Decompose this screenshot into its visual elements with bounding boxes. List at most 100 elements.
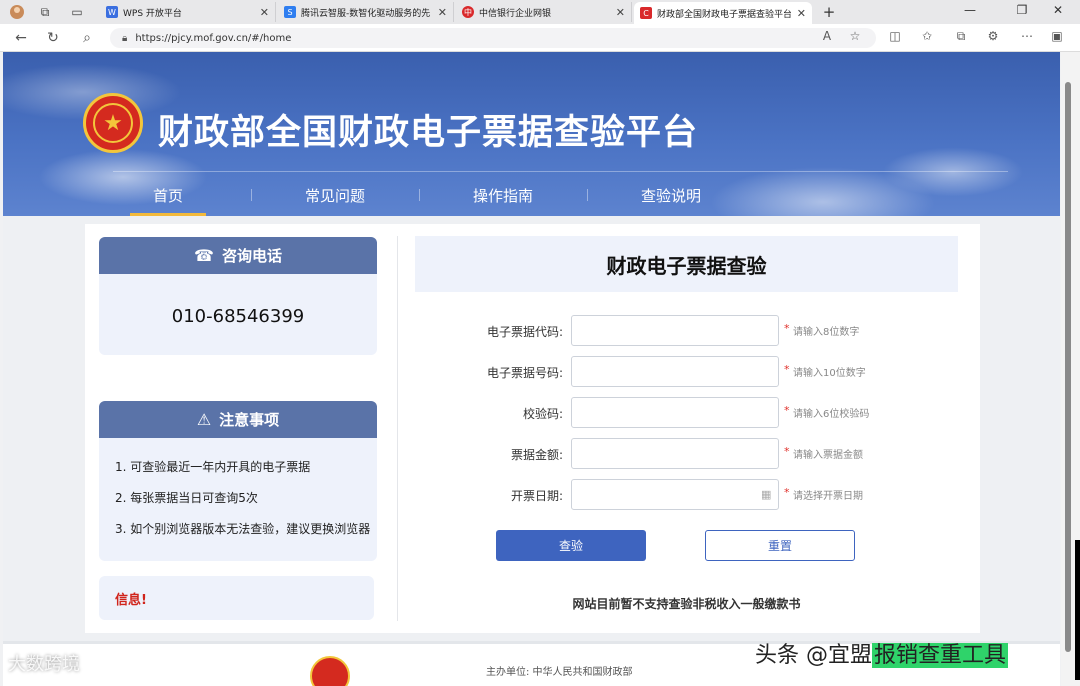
- tab-title: 中信银行企业网银: [479, 8, 552, 19]
- notice-card-header: ⚠ 注意事项: [99, 401, 377, 438]
- field-label: 校验码:: [522, 407, 563, 421]
- field-amount: 票据金额: * 请输入票据金额: [415, 438, 960, 470]
- left-sidebar: ☎ 咨询电话 010-68546399 ⚠ 注意事项 1. 可查验最近一年内开具…: [85, 224, 397, 633]
- site-title: 财政部全国财政电子票据查验平台: [158, 113, 699, 153]
- mof-favicon-icon: C: [640, 7, 652, 19]
- invoice-code-input[interactable]: [571, 315, 779, 346]
- nav-instructions[interactable]: 查验说明: [621, 185, 721, 206]
- page-viewport: ★ 财政部全国财政电子票据查验平台 首页 常见问题 操作指南 查验说明 ☎ 咨询…: [3, 52, 1060, 686]
- watermark-highlight: 报销查重工具: [872, 643, 1009, 668]
- required-mark: *: [784, 363, 790, 376]
- notice-heading: 注意事项: [219, 411, 280, 429]
- main-content: ☎ 咨询电话 010-68546399 ⚠ 注意事项 1. 可查验最近一年内开具…: [85, 224, 980, 633]
- field-invoice-number: 电子票据号码: * 请输入10位数字: [415, 356, 960, 388]
- more-icon[interactable]: ⋯: [1018, 29, 1036, 43]
- favorites-icon[interactable]: ✩: [918, 29, 936, 43]
- tab-mof-invoice-check[interactable]: C 财政部全国财政电子票据查验平台 ✕: [634, 2, 812, 24]
- page-scrollbar[interactable]: [1061, 52, 1080, 686]
- profile-avatar-icon[interactable]: [6, 2, 28, 22]
- favorite-icon[interactable]: ☆: [846, 29, 864, 43]
- info-card: 信息!: [99, 576, 374, 620]
- warning-icon: ⚠: [196, 410, 212, 429]
- tab-title: WPS 开放平台: [123, 8, 182, 19]
- tab-title: 腾讯云智服-数智化驱动服务的先: [301, 8, 431, 19]
- field-invoice-code: 电子票据代码: * 请输入8位数字: [415, 315, 960, 347]
- field-label: 开票日期:: [510, 489, 563, 503]
- tencent-favicon-icon: S: [284, 6, 296, 18]
- field-hint: 请输入6位校验码: [793, 409, 870, 420]
- footer-emblem-icon: [310, 656, 350, 686]
- search-icon[interactable]: ⌕: [78, 30, 96, 46]
- scrollbar-edge: [1075, 540, 1080, 680]
- lock-icon[interactable]: 🔒︎: [122, 33, 127, 44]
- invoice-check-form: 财政电子票据查验 电子票据代码: * 请输入8位数字 电子票据号码: * 请输入…: [415, 224, 960, 633]
- site-banner: ★ 财政部全国财政电子票据查验平台 首页 常见问题 操作指南 查验说明: [3, 52, 1060, 216]
- minimize-icon[interactable]: —: [960, 3, 980, 17]
- calendar-icon[interactable]: ▦: [761, 488, 771, 501]
- notice-card: ⚠ 注意事项 1. 可查验最近一年内开具的电子票据 2. 每张票据当日可查询5次…: [99, 401, 377, 561]
- amount-input[interactable]: [571, 438, 779, 469]
- citic-favicon-icon: 中: [462, 6, 474, 18]
- consult-heading: 咨询电话: [221, 247, 282, 265]
- refresh-icon[interactable]: ↻: [44, 30, 62, 46]
- watermark-right: 头条 @宜盟报销查重工具: [755, 637, 1009, 669]
- form-note: 网站目前暂不支持查验非税收入一般缴款书: [572, 597, 801, 611]
- field-hint: 请选择开票日期: [793, 491, 863, 502]
- nav-faq[interactable]: 常见问题: [285, 185, 385, 206]
- tab-wps[interactable]: W WPS 开放平台 ✕: [100, 2, 276, 22]
- consult-phone-card: ☎ 咨询电话 010-68546399: [99, 237, 377, 355]
- close-tab-icon[interactable]: ✕: [260, 6, 269, 19]
- nav-divider: [113, 171, 1008, 172]
- reset-button[interactable]: 重置: [705, 530, 855, 561]
- extensions-icon[interactable]: ⚙: [984, 29, 1002, 43]
- tab-citic-bank[interactable]: 中 中信银行企业网银 ✕: [456, 2, 632, 22]
- back-icon[interactable]: ←: [12, 30, 30, 46]
- national-emblem-icon: ★: [83, 93, 143, 153]
- nav-home[interactable]: 首页: [118, 185, 218, 216]
- notice-item: 1. 可查验最近一年内开具的电子票据: [115, 460, 311, 474]
- footer-sponsor: 主办单位: 中华人民共和国财政部: [486, 667, 633, 678]
- issue-date-picker[interactable]: [571, 479, 779, 510]
- nav-separator: [419, 189, 420, 201]
- required-mark: *: [784, 322, 790, 335]
- field-label: 电子票据代码:: [486, 325, 563, 339]
- phone-number: 010-68546399: [171, 306, 305, 327]
- invoice-number-input[interactable]: [571, 356, 779, 387]
- tab-actions-icon[interactable]: ▭: [66, 2, 88, 22]
- read-aloud-icon[interactable]: A: [818, 29, 836, 43]
- field-hint: 请输入10位数字: [793, 368, 866, 379]
- close-window-icon[interactable]: ✕: [1048, 3, 1068, 17]
- field-issue-date: 开票日期: ▦ * 请选择开票日期: [415, 479, 960, 511]
- split-screen-icon[interactable]: ◫: [886, 29, 904, 43]
- required-mark: *: [784, 445, 790, 458]
- watermark-left: 大数跨境: [8, 654, 80, 675]
- field-hint: 请输入票据金额: [793, 450, 863, 461]
- close-tab-icon[interactable]: ✕: [616, 6, 625, 19]
- watermark-prefix: 头条 @宜盟: [755, 643, 872, 668]
- nav-separator: [587, 189, 588, 201]
- required-mark: *: [784, 486, 790, 499]
- notice-item: 3. 如个别浏览器版本无法查验，建议更换浏览器: [115, 522, 371, 536]
- workspaces-icon[interactable]: ⧉: [34, 2, 56, 22]
- new-tab-icon[interactable]: +: [820, 3, 838, 21]
- field-check-code: 校验码: * 请输入6位校验码: [415, 397, 960, 429]
- restore-icon[interactable]: ❐: [1012, 3, 1032, 17]
- consult-card-header: ☎ 咨询电话: [99, 237, 377, 274]
- scrollbar-thumb[interactable]: [1065, 82, 1071, 652]
- close-tab-icon[interactable]: ✕: [797, 7, 806, 20]
- form-title: 财政电子票据查验: [415, 236, 958, 292]
- sidebar-icon[interactable]: ▣: [1048, 29, 1066, 43]
- required-mark: *: [784, 404, 790, 417]
- field-label: 票据金额:: [510, 448, 563, 462]
- phone-icon: ☎: [194, 246, 214, 265]
- address-field[interactable]: 🔒︎ https://pjcy.mof.gov.cn/#/home: [110, 28, 876, 48]
- tab-title: 财政部全国财政电子票据查验平台: [657, 9, 791, 20]
- check-button[interactable]: 查验: [496, 530, 646, 561]
- tab-tencent-cloud[interactable]: S 腾讯云智服-数智化驱动服务的先 ✕: [278, 2, 454, 22]
- nav-separator: [251, 189, 252, 201]
- collections-icon[interactable]: ⧉: [952, 29, 970, 44]
- wps-favicon-icon: W: [106, 6, 118, 18]
- close-tab-icon[interactable]: ✕: [438, 6, 447, 19]
- nav-guide[interactable]: 操作指南: [453, 185, 553, 206]
- check-code-input[interactable]: [571, 397, 779, 428]
